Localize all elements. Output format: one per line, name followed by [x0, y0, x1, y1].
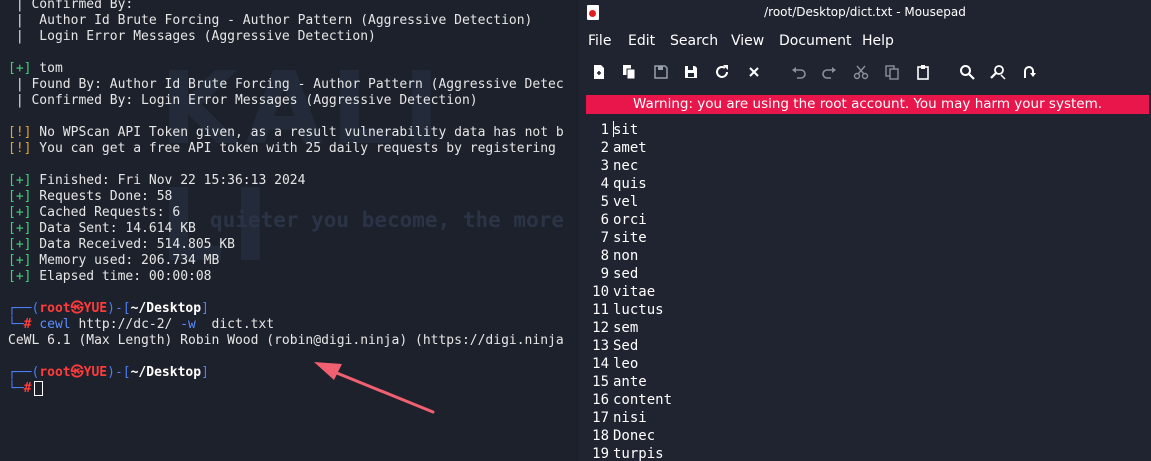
title-bar[interactable]: /root/Desktop/dict.txt - Mousepad	[579, 0, 1151, 26]
terminal-line: | Confirmed By: Login Error Messages (Ag…	[8, 93, 478, 108]
line-number: 4	[600, 176, 609, 192]
line-number: 7	[600, 230, 609, 246]
terminal-line: [+] Finished: Fri Nov 22 15:36:13 2024	[8, 173, 306, 188]
terminal-line: [!] No WPScan API Token given, as a resu…	[8, 125, 564, 140]
new-file-icon[interactable]	[587, 60, 611, 84]
editor-line[interactable]: leo	[613, 355, 638, 373]
line-number: 16	[592, 392, 609, 408]
editor-line[interactable]: luctus	[613, 301, 664, 319]
save-icon[interactable]	[649, 60, 673, 84]
editor-line[interactable]: orci	[613, 211, 647, 229]
line-number: 12	[592, 320, 609, 336]
copy-icon[interactable]	[880, 60, 904, 84]
terminal-line: [+] Data Received: 514.805 KB	[8, 237, 235, 252]
line-number: 3	[600, 158, 609, 174]
find-icon[interactable]	[955, 60, 979, 84]
toolbar	[579, 58, 1151, 88]
text-caret	[613, 121, 614, 137]
prompt-command: └─# cewl http://dc-2/ -w dict.txt	[8, 317, 275, 332]
terminal-line: [+] Requests Done: 58	[8, 189, 173, 204]
line-number: 14	[592, 356, 609, 372]
line-number: 13	[592, 338, 609, 354]
terminal-line: [+] Elapsed time: 00:00:08	[8, 269, 212, 284]
editor-line[interactable]: sem	[613, 319, 638, 337]
editor-line[interactable]: vel	[613, 193, 638, 211]
command-flag: -w	[180, 317, 196, 332]
line-number: 9	[600, 266, 609, 282]
prompt-header: ┌──(root㉿YUE)-[~/Desktop]	[8, 301, 209, 316]
menu-edit[interactable]: Edit	[628, 29, 655, 53]
line-number: 15	[592, 374, 609, 390]
root-warning-banner: Warning: you are using the root account.…	[586, 95, 1149, 114]
editor-line[interactable]: non	[613, 247, 638, 265]
line-number: 8	[600, 248, 609, 264]
terminal-line: [+] tom	[8, 61, 63, 76]
line-number: 18	[592, 428, 609, 444]
line-number: 1	[600, 122, 609, 138]
skull-icon: ㉿	[70, 365, 84, 380]
menu-search[interactable]: Search	[670, 29, 718, 53]
find-replace-icon[interactable]	[986, 60, 1010, 84]
line-number: 6	[600, 212, 609, 228]
reload-icon[interactable]	[710, 60, 734, 84]
editor-line[interactable]: site	[613, 229, 647, 247]
goto-icon[interactable]	[1017, 60, 1041, 84]
undo-icon[interactable]	[787, 60, 811, 84]
editor-line[interactable]: nisi	[613, 409, 647, 427]
command-url: http://dc-2/	[78, 317, 173, 332]
editor-line[interactable]: sed	[613, 265, 638, 283]
editor-line[interactable]: amet	[613, 139, 647, 157]
editor-line[interactable]: vitae	[613, 283, 655, 301]
terminal-line: | Author Id Brute Forcing - Author Patte…	[8, 13, 533, 28]
editor-line[interactable]: quis	[613, 175, 647, 193]
editor-line[interactable]: content	[613, 391, 672, 409]
skull-icon: ㉿	[70, 301, 84, 316]
terminal-line: [+] Cached Requests: 6	[8, 205, 181, 220]
line-number: 11	[592, 302, 609, 318]
terminal-line: [+] Memory used: 206.734 MB	[8, 253, 220, 268]
close-icon[interactable]	[742, 60, 766, 84]
line-number: 19	[592, 446, 609, 461]
menu-document[interactable]: Document	[779, 29, 852, 53]
editor-line[interactable]: ante	[613, 373, 647, 391]
cut-icon[interactable]	[849, 60, 873, 84]
terminal-line: [!] You can get a free API token with 25…	[8, 141, 556, 156]
line-number: 10	[592, 284, 609, 300]
editor-line[interactable]: sit	[613, 121, 638, 139]
menu-bar: File Edit Search View Document Help	[579, 29, 1151, 53]
mousepad-window: /root/Desktop/dict.txt - Mousepad File E…	[579, 0, 1151, 461]
command-file: dict.txt	[211, 317, 275, 332]
terminal-line: | Confirmed By:	[8, 0, 134, 12]
line-number: 5	[600, 194, 609, 210]
new-window-icon[interactable]	[617, 60, 641, 84]
terminal-window[interactable]: KALI LI quieter you become, the more | C…	[0, 0, 580, 461]
prompt-header: ┌──(root㉿YUE)-[~/Desktop]	[8, 365, 209, 380]
menu-view[interactable]: View	[731, 29, 764, 53]
line-number: 2	[600, 140, 609, 156]
kali-slogan-watermark: quieter you become, the more	[210, 208, 565, 232]
redo-icon[interactable]	[817, 60, 841, 84]
text-editor[interactable]: 1 sit 2 amet 3 nec 4 quis 5 vel 6 orci 7 site 8 non 9 sed…	[579, 118, 1151, 461]
editor-line[interactable]: Donec	[613, 427, 655, 445]
command-name: cewl	[39, 317, 71, 332]
terminal-line: [+] Data Sent: 14.614 KB	[8, 221, 196, 236]
terminal-line: | Login Error Messages (Aggressive Detec…	[8, 29, 376, 44]
cewl-output: CeWL 6.1 (Max Length) Robin Wood (robin@…	[8, 333, 564, 348]
prompt-input[interactable]: └─#	[8, 381, 44, 397]
terminal-cursor	[34, 381, 44, 396]
paste-icon[interactable]	[911, 60, 935, 84]
line-number: 17	[592, 410, 609, 426]
editor-line[interactable]: turpis	[613, 445, 664, 461]
window-title: /root/Desktop/dict.txt - Mousepad	[764, 5, 966, 19]
editor-line[interactable]: nec	[613, 157, 638, 175]
menu-file[interactable]: File	[588, 29, 611, 53]
save-as-icon[interactable]	[679, 60, 703, 84]
annotation-arrow	[314, 362, 435, 414]
editor-line[interactable]: Sed	[613, 337, 638, 355]
menu-help[interactable]: Help	[862, 29, 894, 53]
terminal-line: | Found By: Author Id Brute Forcing - Au…	[8, 77, 564, 92]
